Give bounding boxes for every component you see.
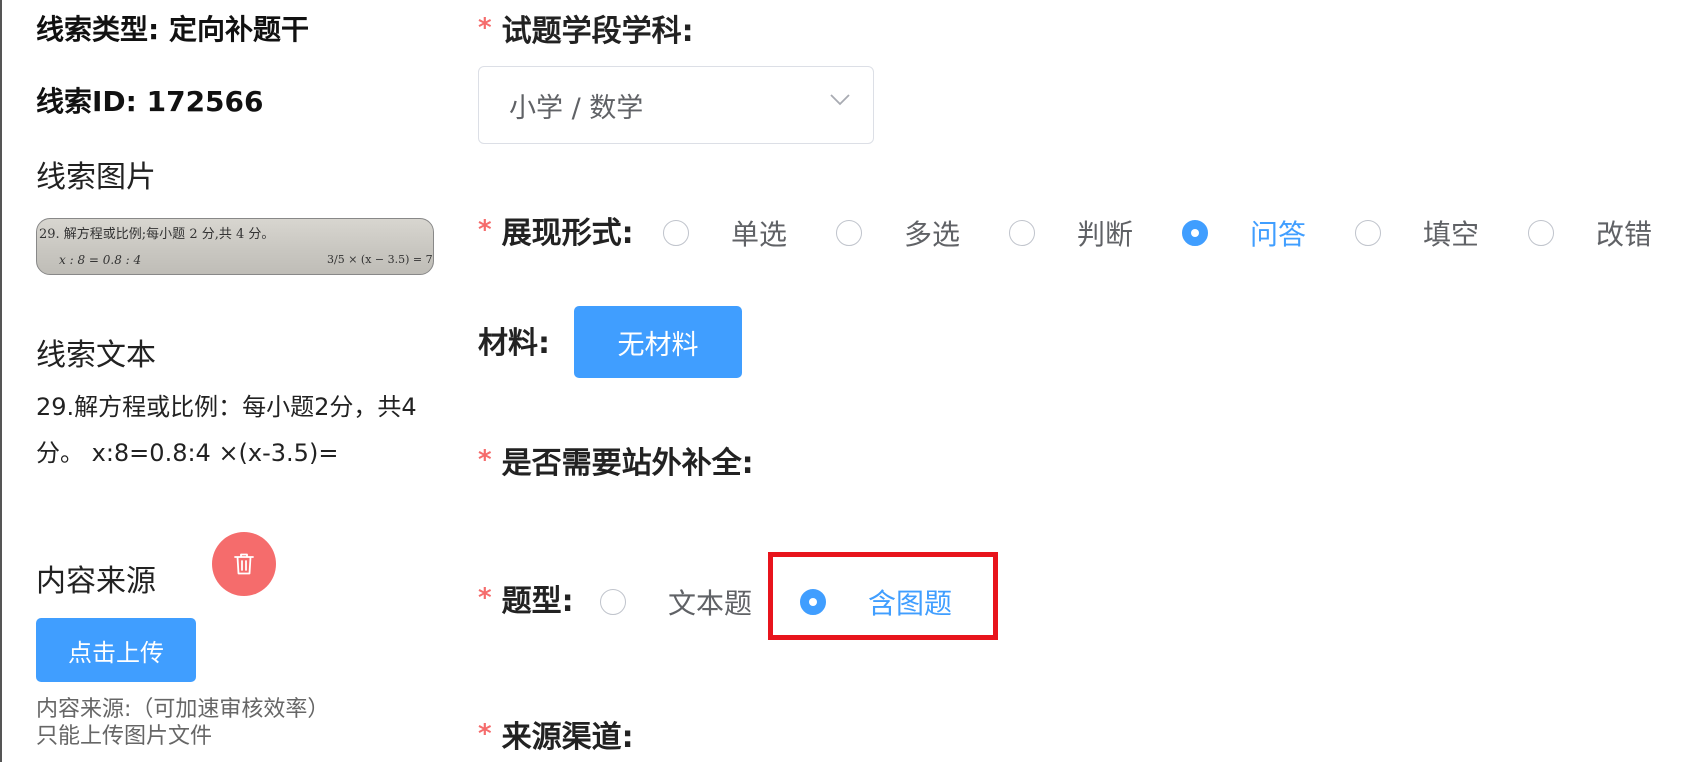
clue-type-label: 线索类型: 定向补题干	[36, 13, 309, 46]
radio-circle[interactable]	[1182, 220, 1208, 246]
content-source-heading: 内容来源	[36, 564, 156, 599]
radio-label: 文本题	[668, 587, 753, 620]
radio-circle[interactable]	[836, 220, 862, 246]
clue-image-thumbnail[interactable]: 29. 解方程或比例;每小题 2 分,共 4 分。 x : 8 = 0.8 : …	[36, 218, 434, 275]
material-label-text: 材料:	[478, 326, 550, 361]
source-channel-label-text: 来源渠道:	[501, 720, 634, 755]
clue-text-heading: 线索文本	[36, 338, 156, 373]
radio-display-form-correct[interactable]: 改错	[1528, 213, 1652, 253]
radio-circle[interactable]	[1528, 220, 1554, 246]
display-form-label: * 展现形式:	[478, 208, 634, 252]
radio-circle[interactable]	[600, 589, 626, 615]
clue-image-heading: 线索图片	[36, 160, 156, 195]
required-mark: *	[478, 719, 492, 749]
required-mark: *	[478, 583, 492, 613]
radio-display-form-judge[interactable]: 判断	[1009, 213, 1182, 253]
radio-circle[interactable]	[663, 220, 689, 246]
subject-label-text: 试题学段学科:	[501, 14, 694, 49]
display-form-label-text: 展现形式:	[501, 216, 634, 251]
question-type-label-text: 题型:	[501, 584, 574, 619]
question-type-label: * 题型:	[478, 576, 574, 620]
question-edit-page: 线索类型: 定向补题干 线索ID: 172566 线索图片 29. 解方程或比例…	[0, 0, 1690, 762]
subject-cascader[interactable]: 小学 / 数学	[478, 66, 874, 144]
radio-display-form-fill[interactable]: 填空	[1355, 213, 1528, 253]
clue-text-body: 29.解方程或比例：每小题2分，共4分。 x:8=0.8:4 ×(x-3.5)=	[36, 393, 417, 467]
clue-image-text-line2-left: x : 8 = 0.8 : 4	[59, 253, 142, 267]
delete-source-button[interactable]	[212, 532, 276, 596]
clue-image-text-line1: 29. 解方程或比例;每小题 2 分,共 4 分。	[39, 227, 275, 242]
required-mark: *	[478, 445, 492, 475]
upload-hint: 内容来源:（可加速审核效率） 只能上传图片文件	[36, 696, 329, 750]
offsite-completion-label: * 是否需要站外补全:	[478, 438, 754, 482]
radio-display-form-single[interactable]: 单选	[663, 213, 836, 253]
radio-circle[interactable]	[1009, 220, 1035, 246]
chevron-down-icon	[830, 94, 850, 106]
radio-display-form-qa[interactable]: 问答	[1182, 213, 1355, 253]
highlight-annotation-box	[768, 552, 998, 640]
radio-label: 多选	[904, 218, 961, 251]
upload-button[interactable]: 点击上传	[36, 618, 196, 682]
source-channel-label: * 来源渠道:	[478, 712, 634, 756]
radio-circle[interactable]	[1355, 220, 1381, 246]
upload-hint-line1: 内容来源:（可加速审核效率）	[36, 697, 330, 722]
radio-label: 改错	[1596, 218, 1653, 251]
clue-id-label: 线索ID: 172566	[36, 85, 264, 118]
clue-info-panel: 线索类型: 定向补题干 线索ID: 172566 线索图片 29. 解方程或比例…	[2, 0, 442, 762]
no-material-button[interactable]: 无材料	[574, 306, 742, 378]
display-form-radio-group: 单选 多选 判断 问答 填空 改错	[663, 213, 1652, 253]
required-mark: *	[478, 215, 492, 245]
radio-display-form-multiple[interactable]: 多选	[836, 213, 1009, 253]
trash-icon	[234, 553, 254, 575]
material-label: 材料:	[478, 318, 550, 362]
subject-cascader-value: 小学 / 数学	[509, 92, 644, 124]
radio-label: 判断	[1077, 218, 1134, 251]
subject-label: * 试题学段学科:	[478, 6, 694, 50]
radio-label: 单选	[731, 218, 788, 251]
radio-label: 填空	[1423, 218, 1480, 251]
offsite-completion-label-text: 是否需要站外补全:	[501, 446, 754, 481]
upload-hint-line2: 只能上传图片文件	[36, 724, 213, 749]
required-mark: *	[478, 13, 492, 43]
radio-label: 问答	[1250, 218, 1307, 251]
clue-image-text-line2-right: 3/5 × (x − 3.5) = 7/5	[327, 253, 434, 266]
